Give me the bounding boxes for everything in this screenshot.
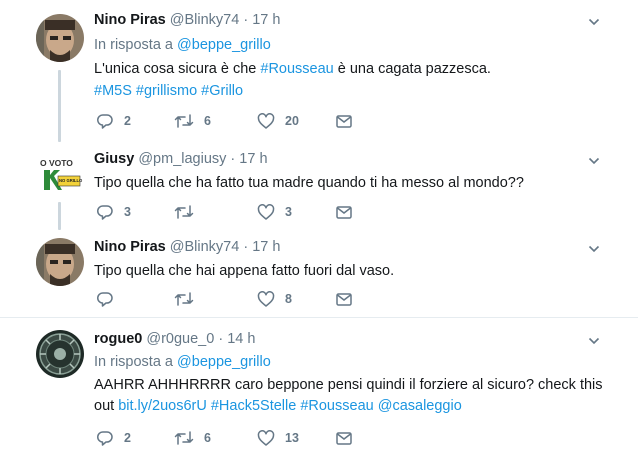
avatar-caption: O VOTO (40, 158, 73, 168)
direct-message-button[interactable] (335, 289, 353, 309)
like-icon (257, 113, 275, 129)
reply-context: In risposta a @beppe_grillo (94, 354, 271, 370)
reply-mention-link[interactable]: @beppe_grillo (177, 37, 271, 53)
like-button[interactable]: 3 (257, 202, 292, 222)
reply-button[interactable] (96, 289, 124, 309)
direct-message-icon (336, 432, 352, 445)
tweet-text-part: L'unica cosa sicura è che (94, 61, 261, 77)
tweet-header: Nino Piras @Blinky74 · 17 h (94, 239, 280, 255)
direct-message-icon (336, 206, 352, 219)
like-count: 8 (285, 292, 292, 306)
retweet-icon (174, 205, 194, 219)
chevron-down-icon[interactable] (588, 16, 600, 28)
separator-dot: · (243, 239, 249, 255)
tweet-header: Giusy @pm_lagiusy · 17 h (94, 151, 268, 167)
reply-count: 2 (124, 114, 131, 128)
direct-message-button[interactable] (335, 202, 353, 222)
retweet-button[interactable]: 6 (174, 111, 211, 131)
like-icon (257, 430, 275, 446)
reply-prefix: In risposta a (94, 37, 173, 53)
tweet-text: L'unica cosa sicura è che #Rousseau è un… (94, 58, 614, 80)
hashtag-links[interactable]: #M5S #grillismo #Grillo (94, 83, 243, 99)
author-handle[interactable]: @Blinky74 (170, 12, 240, 28)
author-handle[interactable]: @pm_lagiusy (138, 151, 226, 167)
timestamp[interactable]: 17 h (252, 12, 280, 28)
tweet-text-line: out bit.ly/2uos6rU #Hack5Stelle #Roussea… (94, 395, 614, 417)
like-count: 20 (285, 114, 299, 128)
tweet-text-line: AAHRR AHHHRRRR caro beppone pensi quindi… (94, 377, 603, 393)
reply-mention-link[interactable]: @beppe_grillo (177, 354, 271, 370)
chevron-down-icon[interactable] (588, 243, 600, 255)
timestamp[interactable]: 17 h (252, 239, 280, 255)
reply-context: In risposta a @beppe_grillo (94, 37, 271, 53)
reply-count: 3 (124, 205, 131, 219)
reply-button[interactable]: 2 (96, 111, 131, 131)
tweet-text-part: è una cagata pazzesca. (333, 61, 491, 77)
avatar[interactable] (36, 14, 84, 62)
retweet-icon (174, 292, 194, 306)
like-button[interactable]: 8 (257, 289, 292, 309)
tweet-text: Tipo quella che hai appena fatto fuori d… (94, 263, 395, 279)
retweet-button[interactable] (174, 202, 204, 222)
hashtag-links[interactable]: #Hack5Stelle #Rousseau (207, 398, 378, 414)
avatar[interactable] (36, 238, 84, 286)
avatar[interactable]: O VOTO NO GRILLO (36, 150, 84, 198)
reply-icon (97, 431, 113, 446)
avatar[interactable] (36, 330, 84, 378)
author-name[interactable]: Nino Piras (94, 239, 166, 255)
tweet-text-part: out (94, 398, 119, 414)
author-name[interactable]: rogue0 (94, 331, 142, 347)
author-handle[interactable]: @Blinky74 (170, 239, 240, 255)
avatar-badge-text: NO GRILLO (59, 178, 83, 183)
reply-icon (97, 114, 113, 129)
reply-prefix: In risposta a (94, 354, 173, 370)
retweet-icon (174, 431, 194, 445)
direct-message-button[interactable] (335, 428, 353, 448)
like-icon (257, 291, 275, 307)
author-handle[interactable]: @r0gue_0 (146, 331, 214, 347)
like-button[interactable]: 20 (257, 111, 299, 131)
separator-dot: · (218, 331, 224, 347)
like-count: 3 (285, 205, 292, 219)
reply-button[interactable]: 2 (96, 428, 131, 448)
tweet-header: Nino Piras @Blinky74 · 17 h (94, 12, 280, 28)
tweet[interactable]: rogue0 @r0gue_0 · 14 h In risposta a @be… (0, 318, 638, 464)
hashtag-link[interactable]: #Rousseau (260, 61, 333, 77)
tweet[interactable]: Nino Piras @Blinky74 · 17 h In risposta … (0, 0, 638, 150)
reply-button[interactable]: 3 (96, 202, 131, 222)
like-icon (257, 204, 275, 220)
direct-message-icon (336, 115, 352, 128)
hashtag-line: #M5S #grillismo #Grillo (94, 80, 614, 102)
url-link[interactable]: bit.ly/2uos6rU (118, 398, 207, 414)
retweet-icon (174, 114, 194, 128)
reply-icon (97, 205, 113, 220)
like-button[interactable]: 13 (257, 428, 299, 448)
author-name[interactable]: Giusy (94, 151, 134, 167)
timestamp[interactable]: 17 h (239, 151, 267, 167)
retweet-count: 6 (204, 431, 211, 445)
tweet-header: rogue0 @r0gue_0 · 14 h (94, 331, 255, 347)
reply-count: 2 (124, 431, 131, 445)
reply-icon (97, 292, 113, 307)
separator-dot: · (243, 12, 249, 28)
chevron-down-icon[interactable] (588, 155, 600, 167)
mention-link[interactable]: @casaleggio (378, 398, 462, 414)
author-name[interactable]: Nino Piras (94, 12, 166, 28)
timestamp[interactable]: 14 h (227, 331, 255, 347)
tweet[interactable]: O VOTO NO GRILLO Giusy @pm_lagiusy · 17 … (0, 142, 638, 226)
tweet-text: Tipo quella che ha fatto tua madre quand… (94, 175, 524, 191)
direct-message-icon (336, 293, 352, 306)
separator-dot: · (230, 151, 236, 167)
retweet-button[interactable] (174, 289, 204, 309)
chevron-down-icon[interactable] (588, 335, 600, 347)
retweet-count: 6 (204, 114, 211, 128)
direct-message-button[interactable] (335, 111, 353, 131)
like-count: 13 (285, 431, 299, 445)
tweet[interactable]: Nino Piras @Blinky74 · 17 h Tipo quella … (0, 228, 638, 316)
retweet-button[interactable]: 6 (174, 428, 211, 448)
